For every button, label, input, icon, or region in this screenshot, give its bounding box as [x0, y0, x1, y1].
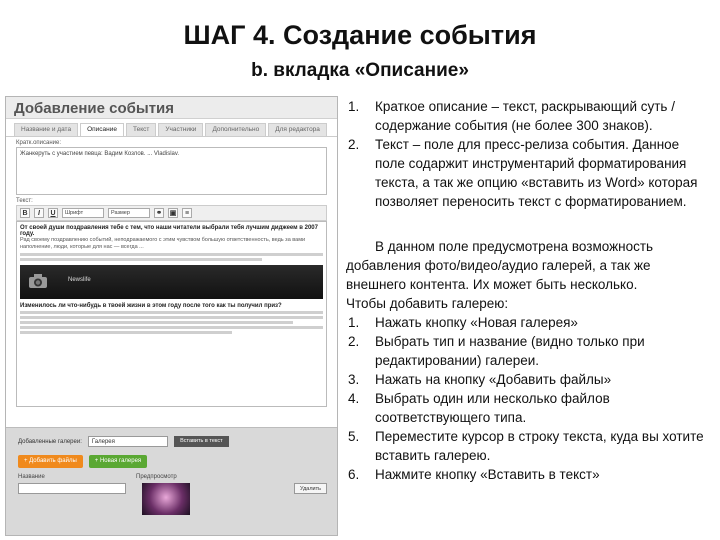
editor-body: Рад своему поздравлению событий, неподра… [20, 237, 306, 250]
gallery-paragraph: В данном поле предусмотрена возможность … [346, 239, 654, 292]
text-line [20, 316, 323, 319]
list-text: Нажать кнопку «Новая галерея» [375, 315, 578, 330]
text-line [20, 331, 233, 334]
list-item: 1. Нажать кнопку «Новая галерея» [346, 313, 712, 332]
list-item: 2. Текст – поле для пресс-релиза события… [346, 135, 712, 211]
list-item: 3. Нажать на кнопку «Добавить файлы» [346, 370, 712, 389]
list-text: Выбрать один или несколько файлов соотве… [375, 391, 610, 425]
embedded-video[interactable]: Newslife [20, 265, 323, 299]
delete-button[interactable]: Удалить [294, 483, 327, 494]
list-item: 5. Переместите курсор в строку текста, к… [346, 427, 712, 465]
list-icon[interactable]: ≡ [182, 208, 192, 218]
screenshot-panel: Добавление события Название и дата Описа… [5, 96, 338, 536]
new-gallery-button[interactable]: + Новая галерея [88, 455, 148, 468]
underline-icon[interactable]: U [48, 208, 58, 218]
tab-additional[interactable]: Дополнительно [205, 123, 267, 136]
size-select[interactable]: Размер [108, 208, 150, 218]
camera-icon [29, 274, 47, 288]
list-text: Краткое описание – текст, раскрывающий с… [375, 99, 675, 133]
editor-toolbar: B I U Шрифт Размер ⚭ ▣ ≡ [16, 205, 327, 221]
gallery-panel: Добавленные галереи: Галерея Вставить в … [6, 427, 337, 535]
text-line [20, 321, 293, 324]
list-text: Нажать на кнопку «Добавить файлы» [375, 372, 612, 387]
text-editor[interactable]: От своей души поздравления тебе с тем, ч… [16, 221, 327, 407]
short-desc-field[interactable]: Жанкеруть с участием певца: Вадим Козлов… [16, 147, 327, 195]
form-header: Добавление события [6, 97, 337, 119]
image-icon[interactable]: ▣ [168, 208, 178, 218]
slide-subtitle: b. вкладка «Описание» [251, 60, 469, 81]
gallery-item-name-field[interactable] [18, 483, 126, 494]
gallery-select[interactable]: Галерея [87, 436, 168, 447]
insert-into-text-button[interactable]: Вставить в текст [173, 436, 229, 447]
instructions-column: 1. Краткое описание – текст, раскрывающи… [346, 97, 712, 484]
video-caption: Newslife [68, 277, 91, 283]
tab-participants[interactable]: Участники [158, 123, 204, 136]
tab-editor[interactable]: Для редактора [268, 123, 327, 136]
italic-icon[interactable]: I [34, 208, 44, 218]
list-number: 1. [348, 315, 360, 330]
tab-bar: Название и дата Описание Текст Участники… [6, 119, 337, 137]
preview-thumbnail [142, 483, 190, 515]
editor-heading: От своей души поздравления тебе с тем, ч… [20, 225, 318, 237]
list-text: Выбрать тип и название (видно только при… [375, 334, 645, 368]
tab-text[interactable]: Текст [126, 123, 157, 136]
list-number: 5. [348, 429, 360, 444]
editor-subheading: Изменилось ли что-нибудь в твоей жизни в… [20, 303, 282, 309]
how-to-heading: Чтобы добавить галерею: [346, 296, 509, 311]
bold-icon[interactable]: B [20, 208, 30, 218]
list-number: 6. [348, 467, 360, 482]
list-number: 4. [348, 391, 360, 406]
text-line [20, 258, 263, 261]
list-text: Текст – поле для пресс-релиза события. Д… [375, 137, 698, 209]
list-item: 1. Краткое описание – текст, раскрывающи… [346, 97, 712, 135]
list-number: 1. [348, 99, 360, 114]
list-item: 2. Выбрать тип и название (видно только … [346, 332, 712, 370]
add-files-button[interactable]: + Добавить файлы [18, 455, 83, 468]
short-desc-label: Кратк.описание: [16, 140, 62, 146]
list-item: 6. Нажмите кнопку «Вставить в текст» [346, 465, 712, 484]
text-line [20, 253, 323, 256]
link-icon[interactable]: ⚭ [154, 208, 164, 218]
list-text: Переместите курсор в строку текста, куда… [375, 429, 704, 463]
tab-description[interactable]: Описание [80, 123, 124, 136]
col-preview-header: Предпросмотр [136, 474, 177, 480]
font-select[interactable]: Шрифт [62, 208, 104, 218]
text-label: Текст: [16, 198, 33, 204]
list-text: Нажмите кнопку «Вставить в текст» [375, 467, 600, 482]
list-number: 2. [348, 334, 360, 349]
slide-title: ШАГ 4. Создание события [183, 20, 537, 50]
text-line [20, 311, 323, 314]
gallery-label: Добавленные галереи: [18, 438, 82, 445]
tab-name-date[interactable]: Название и дата [14, 123, 79, 136]
col-name-header: Название [18, 474, 45, 480]
text-line [20, 326, 323, 329]
list-number: 3. [348, 372, 360, 387]
list-item: 4. Выбрать один или несколько файлов соо… [346, 389, 712, 427]
list-number: 2. [348, 137, 360, 152]
